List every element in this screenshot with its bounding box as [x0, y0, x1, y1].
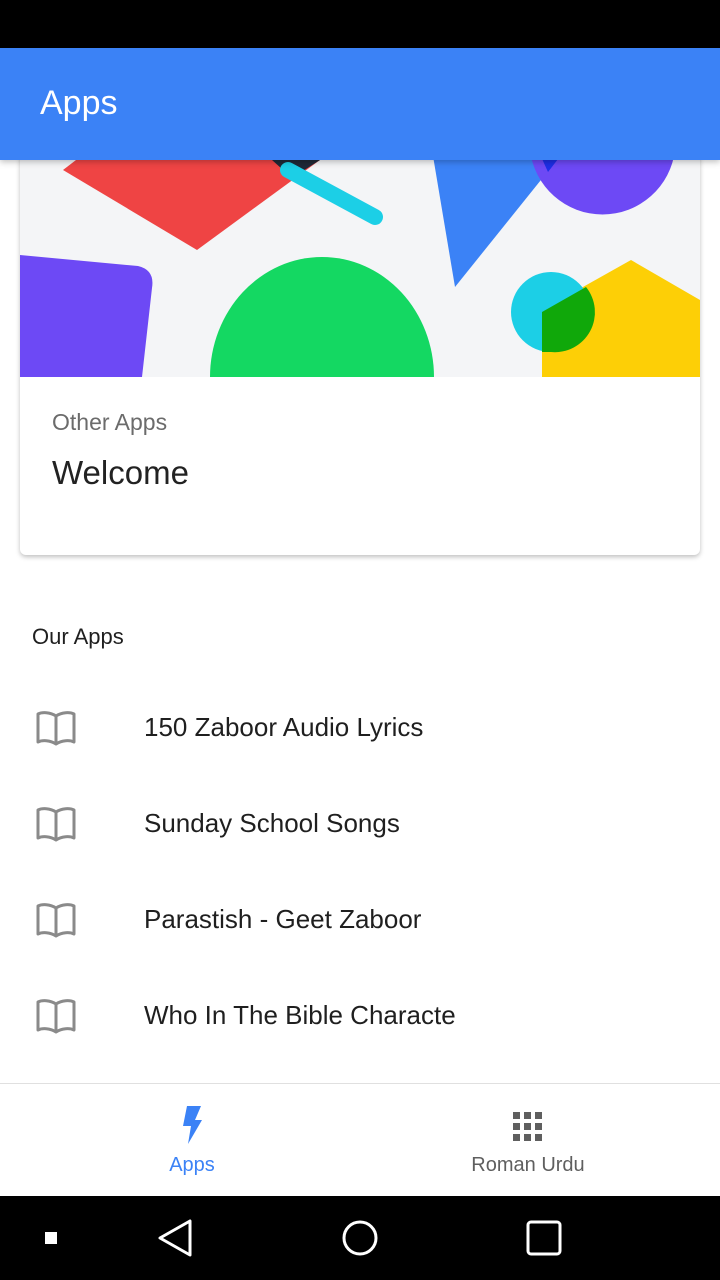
status-bar [0, 0, 720, 48]
card-subtitle: Other Apps [52, 409, 168, 435]
list-item-label: Who In The Bible Characte [144, 1000, 456, 1030]
tab-roman-urdu[interactable]: Roman Urdu [348, 1084, 708, 1197]
book-open-icon [36, 711, 76, 746]
tab-roman-urdu-label: Roman Urdu [471, 1154, 585, 1176]
page-title: Apps [40, 84, 118, 122]
tab-apps[interactable]: Apps [12, 1084, 372, 1197]
list-item[interactable]: Parastish - Geet Zaboor [0, 874, 720, 970]
list-item[interactable]: Who In The Bible Characte [0, 970, 720, 1066]
card-title: Welcome [52, 454, 189, 491]
list-item-label: 150 Zaboor Audio Lyrics [144, 712, 424, 742]
bolt-icon [183, 1106, 202, 1144]
system-navigation-bar [0, 1196, 720, 1280]
section-header: Our Apps [32, 624, 124, 649]
book-open-icon [36, 903, 76, 938]
list-item-label: Parastish - Geet Zaboor [144, 904, 422, 934]
grid-icon [513, 1112, 542, 1141]
app-bar: Apps [0, 48, 720, 160]
list-item-label: Sunday School Songs [144, 808, 400, 838]
book-open-icon [36, 807, 76, 842]
bottom-navigation: Apps Roman Urdu [0, 1083, 720, 1197]
recents-small-icon[interactable] [44, 1231, 58, 1245]
overview-icon[interactable] [524, 1218, 564, 1258]
welcome-card[interactable]: Other Apps Welcome [20, 120, 700, 555]
book-open-icon [36, 999, 76, 1034]
back-icon[interactable] [156, 1218, 196, 1258]
tab-apps-label: Apps [169, 1154, 215, 1176]
list-item[interactable]: Sunday School Songs [0, 778, 720, 874]
list-item[interactable]: 150 Zaboor Audio Lyrics [0, 682, 720, 778]
home-icon[interactable] [340, 1218, 380, 1258]
